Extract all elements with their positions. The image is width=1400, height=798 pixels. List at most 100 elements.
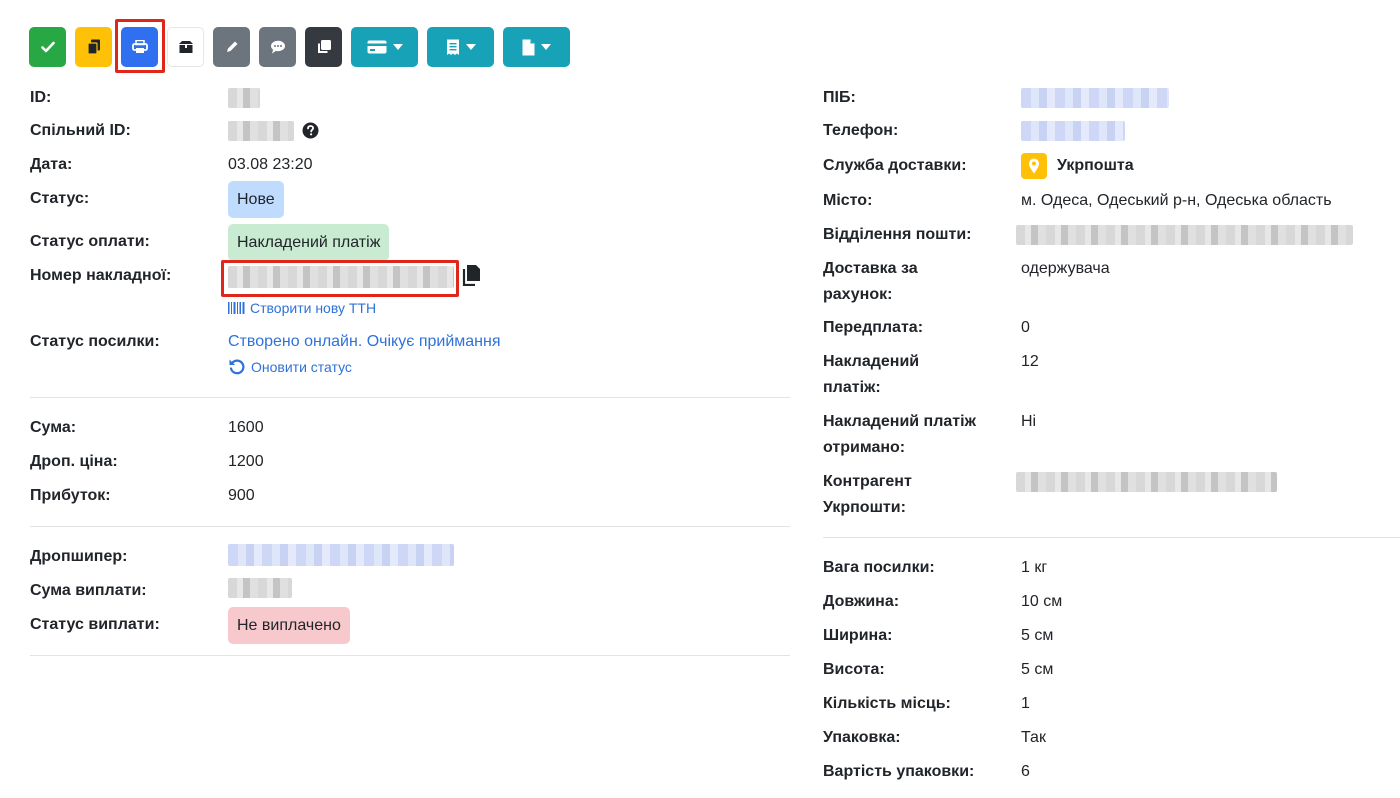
- print-button-highlight: [115, 19, 165, 73]
- counterparty-value-redacted: [1016, 472, 1277, 492]
- post-office-value-redacted: [1016, 225, 1353, 245]
- cod-received-value: Ні: [1021, 413, 1037, 430]
- barcode-icon: [228, 302, 245, 314]
- divider: [30, 526, 790, 527]
- sum-label: Сума:: [30, 419, 77, 436]
- drop-price-value: 1200: [228, 453, 264, 470]
- credit-card-icon: [367, 40, 386, 54]
- id-value-redacted: [228, 88, 260, 108]
- cod-label-line2: платіж:: [823, 379, 881, 396]
- invoice-number-label: Номер накладної:: [30, 267, 172, 284]
- cod-received-label-line1: Накладений платіж: [823, 413, 976, 430]
- post-office-label: Відділення пошти:: [823, 226, 972, 243]
- refresh-icon: [229, 359, 245, 375]
- weight-value: 1 кг: [1021, 559, 1048, 576]
- places-count-value: 1: [1021, 695, 1030, 712]
- copy-button[interactable]: [75, 27, 112, 67]
- prepayment-value: 0: [1021, 319, 1030, 336]
- width-label: Ширина:: [823, 627, 893, 644]
- payout-status-label: Статус виплати:: [30, 616, 160, 633]
- divider: [30, 397, 790, 398]
- delivery-paid-by-label-line1: Доставка за: [823, 260, 918, 277]
- length-value: 10 см: [1021, 593, 1063, 610]
- question-circle-icon[interactable]: [302, 122, 319, 139]
- create-ttn-link-text: Створити нову ТТН: [250, 300, 377, 316]
- drop-price-label: Дроп. ціна:: [30, 453, 118, 470]
- cod-received-label-line2: отримано:: [823, 439, 906, 456]
- shared-id-label: Спільний ID:: [30, 122, 131, 139]
- delivery-paid-by-label-line2: рахунок:: [823, 286, 893, 303]
- city-label: Місто:: [823, 192, 873, 209]
- city-value: м. Одеса, Одеський р-н, Одеська область: [1021, 192, 1332, 209]
- status-label: Статус:: [30, 190, 90, 207]
- duplicate-button[interactable]: [305, 27, 342, 67]
- edit-button[interactable]: [213, 27, 250, 67]
- payout-sum-label: Сума виплати:: [30, 582, 147, 599]
- create-ttn-link[interactable]: Створити нову ТТН: [228, 300, 376, 316]
- check-icon: [40, 41, 55, 53]
- profit-label: Прибуток:: [30, 487, 111, 504]
- sum-value: 1600: [228, 419, 264, 436]
- box-icon: [178, 41, 193, 53]
- receipt-icon: [446, 39, 459, 55]
- delivery-service-value: Укрпошта: [1057, 157, 1134, 174]
- packaging-value: Так: [1021, 729, 1046, 746]
- height-label: Висота:: [823, 661, 885, 678]
- prepayment-label: Передплата:: [823, 319, 924, 336]
- receipt-dropdown-button[interactable]: [427, 27, 494, 67]
- payment-dropdown-button[interactable]: [351, 27, 418, 67]
- copy-icon: [86, 39, 100, 55]
- packaging-cost-value: 6: [1021, 763, 1030, 780]
- cod-value: 12: [1021, 353, 1039, 370]
- file-icon: [522, 39, 535, 55]
- payment-status-badge: Накладений платіж: [228, 224, 390, 261]
- payout-status-badge: Не виплачено: [228, 607, 350, 644]
- dropshipper-label: Дропшипер:: [30, 548, 128, 565]
- phone-value-redacted: [1021, 121, 1125, 141]
- shared-id-value-redacted: [228, 121, 294, 141]
- name-label: ПІБ:: [823, 89, 856, 106]
- phone-label: Телефон:: [823, 122, 899, 139]
- width-value: 5 см: [1021, 627, 1054, 644]
- packaging-cost-label: Вартість упаковки:: [823, 763, 975, 780]
- document-dropdown-button[interactable]: [503, 27, 570, 67]
- comment-button[interactable]: [259, 27, 296, 67]
- payment-status-label: Статус оплати:: [30, 233, 150, 250]
- action-toolbar: [29, 27, 589, 67]
- ukrposhta-logo-icon: [1021, 153, 1047, 179]
- refresh-status-link[interactable]: Оновити статус: [228, 358, 352, 376]
- name-value-redacted: [1021, 88, 1169, 108]
- places-count-label: Кількість місць:: [823, 695, 951, 712]
- delivery-service-label: Служба доставки:: [823, 157, 967, 174]
- delivery-paid-by-value: одержувача: [1021, 260, 1110, 277]
- confirm-button[interactable]: [29, 27, 66, 67]
- status-badge: Нове: [228, 181, 284, 218]
- profit-value: 900: [228, 487, 255, 504]
- copy-icon[interactable]: [462, 264, 481, 286]
- counterparty-label-line1: Контрагент: [823, 473, 912, 490]
- chevron-down-icon: [465, 44, 476, 50]
- cod-label-line1: Накладений: [823, 353, 920, 370]
- payout-sum-redacted: [228, 578, 292, 598]
- pencil-icon: [226, 41, 237, 52]
- refresh-status-link-text: Оновити статус: [251, 359, 352, 375]
- id-label: ID:: [30, 89, 52, 106]
- packaging-label: Упаковка:: [823, 729, 901, 746]
- divider: [30, 655, 790, 656]
- counterparty-label-line2: Укрпошти:: [823, 499, 906, 516]
- chevron-down-icon: [392, 44, 403, 50]
- divider: [823, 537, 1400, 538]
- invoice-number-highlight: [221, 260, 459, 297]
- dropshipper-link-redacted[interactable]: [228, 544, 454, 566]
- comment-icon: [270, 40, 285, 54]
- clone-icon: [317, 40, 331, 53]
- height-value: 5 см: [1021, 661, 1054, 678]
- date-label: Дата:: [30, 156, 73, 173]
- parcel-status-label: Статус посилки:: [30, 333, 160, 350]
- length-label: Довжина:: [823, 593, 900, 610]
- weight-label: Вага посилки:: [823, 559, 935, 576]
- parcel-status-value[interactable]: Створено онлайн. Очікує приймання: [228, 329, 501, 355]
- date-value: 03.08 23:20: [228, 156, 313, 173]
- chevron-down-icon: [541, 44, 551, 50]
- package-button[interactable]: [167, 27, 204, 67]
